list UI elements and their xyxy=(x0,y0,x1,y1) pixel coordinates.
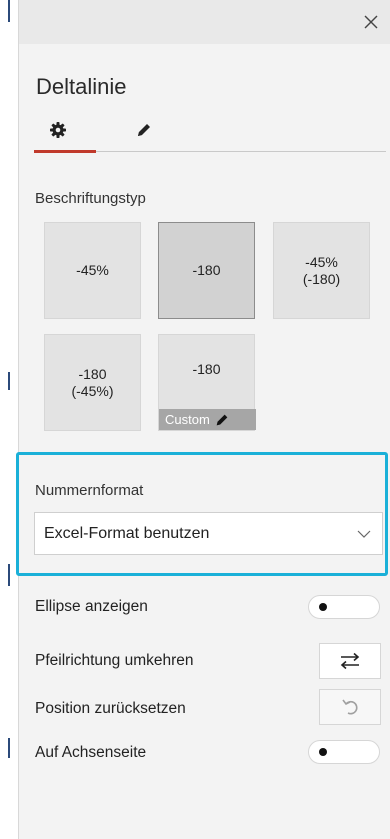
label-type-option-custom[interactable]: -180 Custom xyxy=(158,334,256,431)
custom-label: Custom xyxy=(165,412,210,427)
swap-arrows-icon xyxy=(340,652,360,670)
on-axis-side-toggle[interactable] xyxy=(308,740,380,764)
panel-tabs xyxy=(34,114,386,154)
pencil-icon xyxy=(138,124,150,136)
reset-position-label: Position zurücksetzen xyxy=(35,700,186,717)
tab-style[interactable] xyxy=(126,114,162,146)
label-type-value: -45% xyxy=(305,253,338,270)
tabs-divider xyxy=(96,151,386,152)
toggle-knob xyxy=(319,748,327,756)
label-type-value: -180 xyxy=(78,365,107,382)
reverse-arrow-button[interactable] xyxy=(319,643,381,679)
document-line-mark xyxy=(8,0,10,22)
tab-settings[interactable] xyxy=(40,114,76,146)
left-document-edge xyxy=(0,0,18,839)
active-tab-indicator xyxy=(34,150,96,153)
label-type-value: -45% xyxy=(76,262,109,278)
panel-top-bar xyxy=(19,0,390,44)
undo-icon xyxy=(342,699,358,715)
panel-title: Deltalinie xyxy=(36,74,127,99)
document-line-mark xyxy=(8,738,10,758)
number-format-value: Excel-Format benutzen xyxy=(44,525,210,542)
custom-tag: Custom xyxy=(159,409,256,430)
label-type-value-secondary: (-180) xyxy=(302,270,341,287)
gear-icon xyxy=(50,122,66,138)
reset-position-button[interactable] xyxy=(319,689,381,725)
label-type-heading: Beschriftungstyp xyxy=(35,190,146,207)
label-type-option[interactable]: -180 (-45%) xyxy=(44,334,141,431)
document-line-mark xyxy=(8,564,10,586)
label-type-option[interactable]: -45% xyxy=(44,222,141,319)
show-ellipse-label: Ellipse anzeigen xyxy=(35,598,148,615)
close-icon xyxy=(364,15,378,29)
label-type-value: -180 xyxy=(192,361,221,377)
number-format-select[interactable]: Excel-Format benutzen xyxy=(34,512,383,555)
toggle-knob xyxy=(319,603,327,611)
show-ellipse-toggle[interactable] xyxy=(308,595,380,619)
on-axis-side-label: Auf Achsenseite xyxy=(35,744,147,761)
label-type-value: -180 xyxy=(192,262,221,278)
pencil-icon xyxy=(216,414,228,425)
reverse-arrow-label: Pfeilrichtung umkehren xyxy=(35,652,194,669)
document-line-mark xyxy=(8,372,10,390)
number-format-heading: Nummernformat xyxy=(35,482,144,499)
label-type-option[interactable]: -45% (-180) xyxy=(273,222,370,319)
label-type-value-secondary: (-45%) xyxy=(71,382,114,399)
label-type-option-selected[interactable]: -180 xyxy=(158,222,255,319)
chevron-down-icon xyxy=(357,530,371,538)
close-button[interactable] xyxy=(359,10,383,34)
